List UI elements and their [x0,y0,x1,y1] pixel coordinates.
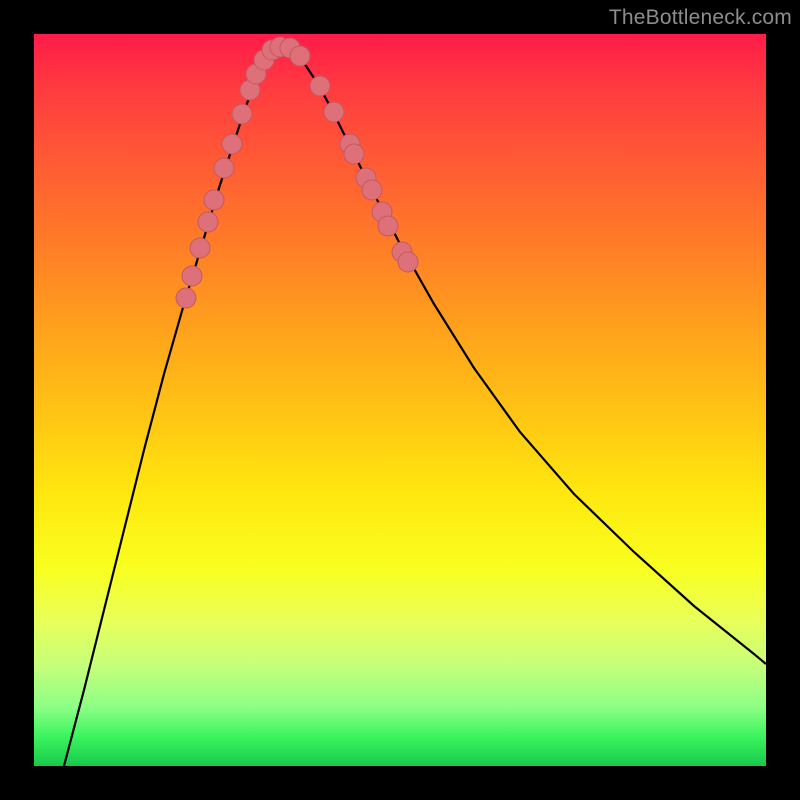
curve-dot [310,76,330,96]
curve-dot [324,102,344,122]
curve-dot [398,252,418,272]
curve-dot [182,266,202,286]
curve-dot [214,158,234,178]
curve-dot [198,212,218,232]
curve-dot [362,180,382,200]
curve-dot [204,190,224,210]
curve-dot [344,144,364,164]
curve-dot [222,134,242,154]
curve-dot [378,216,398,236]
watermark-text: TheBottleneck.com [609,6,792,30]
curve-dot [232,104,252,124]
bottleneck-curve [64,46,766,766]
curve-dot [290,46,310,66]
curve-dot [190,238,210,258]
curve-dot [176,288,196,308]
plot-area [34,34,766,766]
curve-dots [176,37,418,308]
chart-frame: TheBottleneck.com [0,0,800,800]
bottleneck-curve-svg [34,34,766,766]
